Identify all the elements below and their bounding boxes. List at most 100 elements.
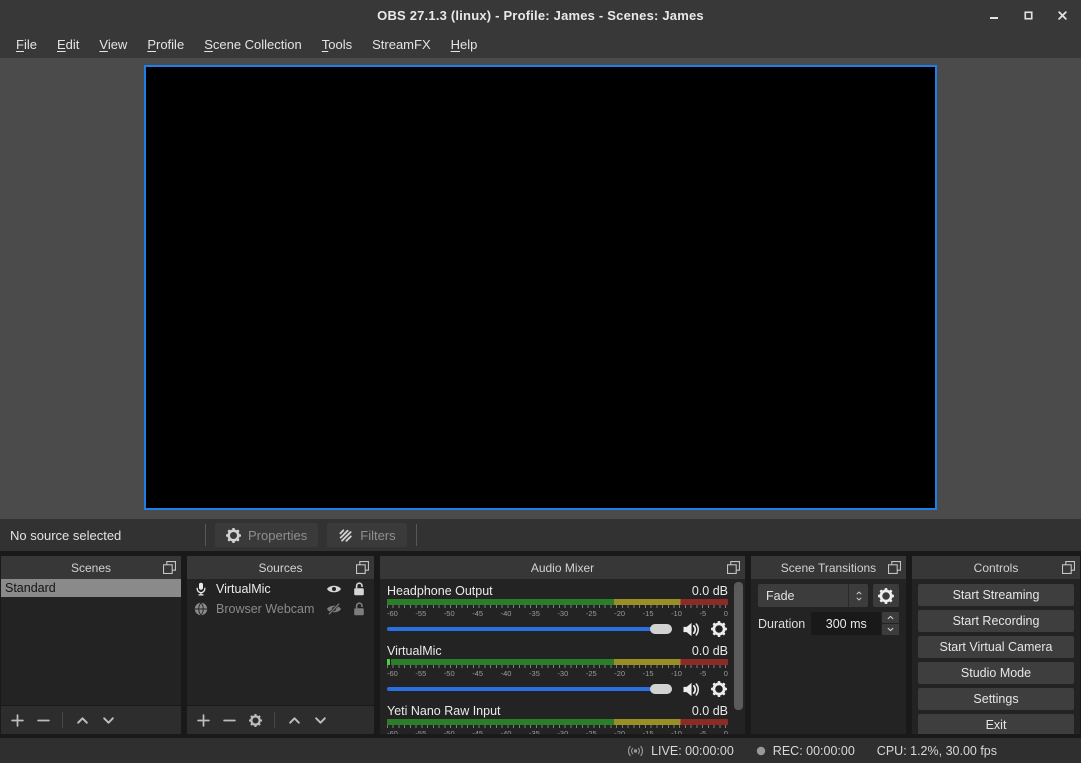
popout-icon[interactable]	[356, 561, 369, 574]
volume-slider[interactable]	[387, 683, 672, 695]
maximize-button[interactable]	[1017, 4, 1039, 26]
channel-settings-button[interactable]	[709, 681, 728, 698]
toolbar-divider	[205, 524, 206, 546]
chevron-down-icon	[314, 714, 327, 727]
add-source-button[interactable]	[196, 713, 210, 727]
start-recording-button[interactable]: Start Recording	[918, 610, 1074, 632]
menu-scene-collection[interactable]: Scene Collection	[194, 33, 312, 56]
toolbar-divider	[416, 524, 417, 546]
chevron-down-icon	[102, 714, 115, 727]
source-properties-button[interactable]	[248, 713, 262, 727]
mixer-channel-headphone-output: Headphone Output 0.0 dB -60-55-50-45-40-…	[387, 582, 728, 638]
meter-ticks	[387, 665, 728, 668]
preview-canvas[interactable]	[144, 65, 937, 510]
menu-help[interactable]: Help	[441, 33, 488, 56]
popout-icon[interactable]	[163, 561, 176, 574]
exit-button[interactable]: Exit	[918, 714, 1074, 735]
move-source-up-button[interactable]	[287, 713, 301, 727]
duration-decrement-button[interactable]	[882, 624, 899, 635]
channel-db-value: 0.0 dB	[692, 644, 728, 658]
live-timer: LIVE: 00:00:00	[651, 744, 734, 758]
lock-open-icon	[353, 582, 365, 596]
filters-button[interactable]: Filters	[327, 523, 406, 547]
sources-list: VirtualMic Browser Webcam	[187, 579, 374, 705]
meter-level-indicator	[387, 659, 391, 665]
visibility-toggle[interactable]	[325, 582, 342, 596]
volume-meter	[387, 659, 728, 665]
settings-button[interactable]: Settings	[918, 688, 1074, 710]
transition-settings-button[interactable]	[873, 584, 899, 607]
window-title: OBS 27.1.3 (linux) - Profile: James - Sc…	[0, 8, 1081, 23]
window-controls	[983, 0, 1073, 30]
statusbar: LIVE: 00:00:00 REC: 00:00:00 CPU: 1.2%, …	[0, 738, 1081, 763]
menu-file[interactable]: File	[6, 33, 47, 56]
menu-tools[interactable]: Tools	[312, 33, 362, 56]
toolbar-divider	[62, 712, 63, 728]
minimize-button[interactable]	[983, 4, 1005, 26]
move-scene-up-button[interactable]	[75, 713, 89, 727]
menu-edit[interactable]: Edit	[47, 33, 89, 56]
meter-ticks	[387, 725, 728, 728]
preview-area	[0, 58, 1081, 519]
scenes-panel-header: Scenes	[1, 556, 181, 579]
lock-open-icon	[353, 602, 365, 616]
minimize-icon	[990, 17, 998, 19]
chevron-up-icon	[288, 714, 301, 727]
remove-scene-button[interactable]	[36, 713, 50, 727]
duration-value[interactable]: 300 ms	[811, 612, 881, 635]
scene-item-standard[interactable]: Standard	[1, 579, 181, 597]
visibility-toggle[interactable]	[325, 602, 342, 616]
channel-settings-button[interactable]	[709, 621, 728, 638]
controls-panel-header: Controls	[912, 556, 1080, 579]
record-dot-icon	[756, 746, 766, 756]
menu-profile[interactable]: Profile	[137, 33, 194, 56]
volume-slider[interactable]	[387, 623, 672, 635]
globe-icon	[194, 602, 208, 616]
menu-view[interactable]: View	[89, 33, 137, 56]
scrollbar-thumb[interactable]	[734, 582, 743, 710]
slider-handle[interactable]	[650, 624, 672, 634]
duration-label: Duration	[758, 617, 805, 631]
gear-icon	[711, 681, 727, 697]
mute-button[interactable]	[681, 621, 700, 638]
scenes-panel: Scenes Standard	[0, 555, 182, 735]
popout-icon[interactable]	[727, 561, 740, 574]
chevron-up-icon	[76, 714, 89, 727]
slider-handle[interactable]	[650, 684, 672, 694]
properties-button[interactable]: Properties	[215, 523, 318, 547]
scenes-list: Standard	[1, 579, 181, 705]
popout-icon[interactable]	[1062, 561, 1075, 574]
audio-mixer-panel: Audio Mixer Headphone Output 0.0 dB -60-…	[379, 555, 746, 735]
combo-spinner	[848, 584, 868, 607]
lock-toggle[interactable]	[350, 582, 367, 596]
rec-status: REC: 00:00:00	[756, 744, 855, 758]
toolbar-divider	[274, 712, 275, 728]
mixer-scrollbar	[734, 582, 743, 731]
meter-scale: -60-55-50-45-40-35-30-25-20-15-10-50	[387, 669, 728, 678]
lock-toggle[interactable]	[350, 602, 367, 616]
mute-button[interactable]	[681, 681, 700, 698]
menu-streamfx[interactable]: StreamFX	[362, 33, 441, 56]
popout-icon[interactable]	[888, 561, 901, 574]
audio-mixer-panel-header: Audio Mixer	[380, 556, 745, 579]
transition-select[interactable]: Fade	[758, 584, 868, 607]
start-streaming-button[interactable]: Start Streaming	[918, 584, 1074, 606]
remove-source-button[interactable]	[222, 713, 236, 727]
move-source-down-button[interactable]	[313, 713, 327, 727]
source-row-browser-webcam[interactable]: Browser Webcam	[187, 599, 374, 619]
chevron-up-icon	[886, 614, 895, 621]
titlebar: OBS 27.1.3 (linux) - Profile: James - Sc…	[0, 0, 1081, 30]
source-row-virtualmic[interactable]: VirtualMic	[187, 579, 374, 599]
studio-mode-button[interactable]: Studio Mode	[918, 662, 1074, 684]
duration-spinbox: 300 ms	[811, 612, 899, 635]
duration-increment-button[interactable]	[882, 612, 899, 623]
add-scene-button[interactable]	[10, 713, 24, 727]
start-virtual-camera-button[interactable]: Start Virtual Camera	[918, 636, 1074, 658]
transition-selected-value: Fade	[758, 584, 848, 607]
scene-transitions-panel-header: Scene Transitions	[751, 556, 906, 579]
close-button[interactable]	[1051, 4, 1073, 26]
volume-meter	[387, 599, 728, 605]
mixer-channel-yeti-nano: Yeti Nano Raw Input 0.0 dB -60-55-50-45-…	[387, 702, 728, 734]
move-scene-down-button[interactable]	[101, 713, 115, 727]
source-status-label: No source selected	[10, 528, 196, 543]
